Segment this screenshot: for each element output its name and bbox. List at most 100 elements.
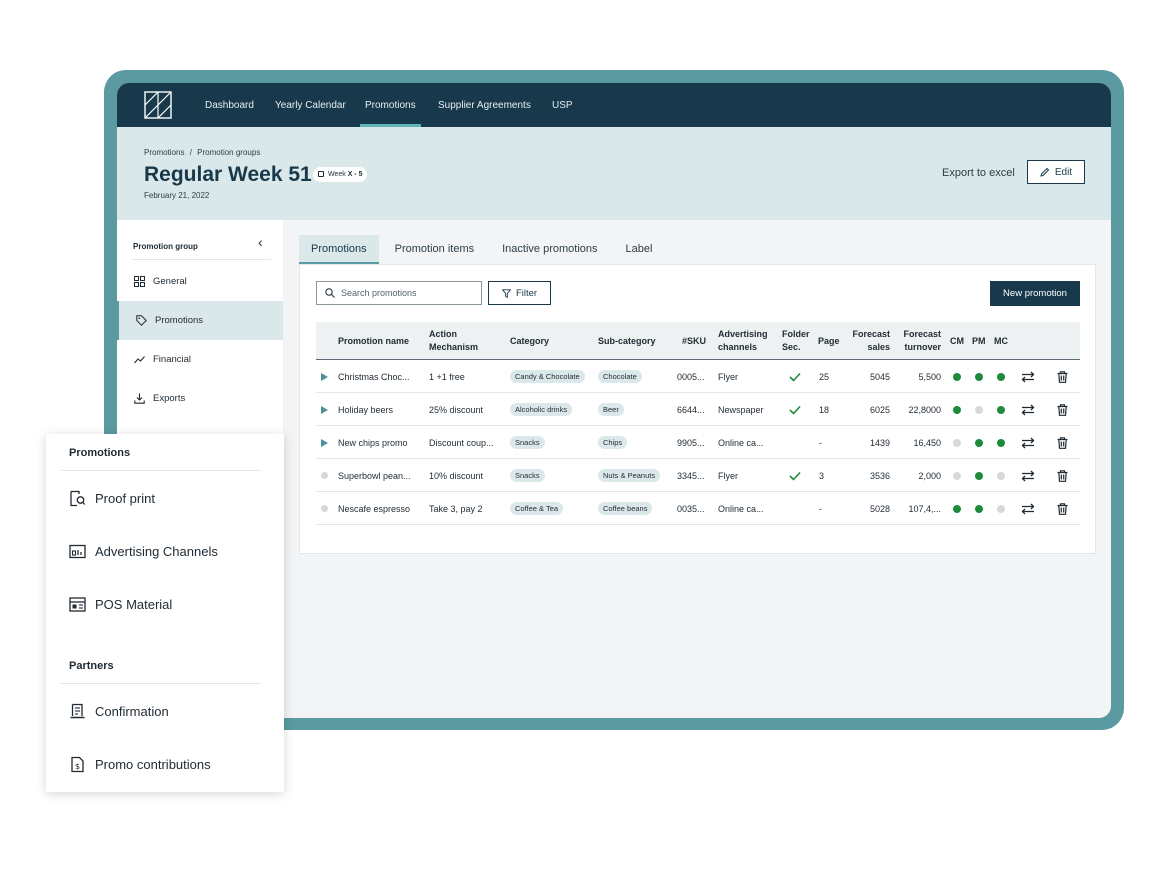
brand-logo-icon[interactable] bbox=[144, 91, 172, 119]
popup-item-proof-print[interactable]: Proof print bbox=[69, 488, 155, 508]
column-header-forecast-sales[interactable]: Forecast sales bbox=[846, 322, 890, 360]
cm-status-dot bbox=[953, 426, 961, 459]
promotions-card: Filter New promotion Promotion name Acti… bbox=[299, 264, 1096, 554]
breadcrumb-promotion-groups[interactable]: Promotion groups bbox=[197, 148, 260, 157]
forecast-turnover-value: 2,000 bbox=[918, 470, 941, 481]
popup-item-label: Promo contributions bbox=[95, 756, 211, 772]
promotion-name[interactable]: Holiday beers bbox=[338, 393, 424, 426]
breadcrumb-separator: / bbox=[189, 148, 192, 157]
forecast-sales-value: 6025 bbox=[869, 404, 890, 415]
column-header-category[interactable]: Category bbox=[510, 322, 549, 360]
column-header-pm[interactable]: PM bbox=[972, 322, 986, 360]
top-navigation: Dashboard Yearly Calendar Promotions Sup… bbox=[117, 83, 1111, 127]
breadcrumb-promotions[interactable]: Promotions bbox=[144, 148, 184, 157]
nav-promotions[interactable]: Promotions bbox=[360, 83, 421, 127]
sub-category-tag-label: Nuts & Peanuts bbox=[598, 469, 661, 482]
sidebar-item-financial[interactable]: Financial bbox=[117, 340, 283, 379]
swap-icon[interactable] bbox=[1021, 492, 1035, 525]
page-value: - bbox=[819, 437, 822, 448]
sidebar-item-exports[interactable]: Exports bbox=[117, 379, 283, 418]
table-row[interactable]: Holiday beers 25% discount Alcoholic drink… bbox=[316, 393, 1080, 426]
expand-row-icon[interactable] bbox=[321, 393, 328, 426]
edit-button[interactable]: Edit bbox=[1027, 160, 1085, 184]
trend-icon bbox=[134, 356, 145, 364]
swap-icon[interactable] bbox=[1021, 426, 1035, 459]
confirmation-icon bbox=[70, 703, 85, 718]
export-to-excel-link[interactable]: Export to excel bbox=[942, 167, 1015, 179]
column-header-page[interactable]: Page bbox=[818, 322, 840, 360]
promotion-name[interactable]: New chips promo bbox=[338, 426, 424, 459]
search-input[interactable] bbox=[341, 288, 471, 298]
column-header-forecast-turnover[interactable]: Forecast turnover bbox=[894, 322, 941, 360]
row-status-bullet bbox=[321, 459, 328, 492]
pm-status-dot bbox=[975, 459, 983, 492]
tab-inactive-promotions[interactable]: Inactive promotions bbox=[490, 235, 609, 264]
promotion-name[interactable]: Christmas Choc... bbox=[338, 360, 424, 393]
trash-icon[interactable] bbox=[1057, 426, 1068, 459]
table-row[interactable]: Nescafe espresso Take 3, pay 2 Coffee & Te… bbox=[316, 492, 1080, 525]
popup-item-confirmation[interactable]: Confirmation bbox=[69, 701, 169, 721]
column-header-line: Advertising bbox=[718, 329, 768, 340]
popup-item-label: Proof print bbox=[95, 490, 155, 506]
chevron-left-icon[interactable]: ‹ bbox=[258, 234, 263, 250]
column-header-action-mechanism[interactable]: Action Mechanism bbox=[429, 322, 478, 360]
expand-row-icon[interactable] bbox=[321, 360, 328, 393]
action-mechanism: Take 3, pay 2 bbox=[429, 503, 483, 514]
popup-item-label: POS Material bbox=[95, 596, 173, 612]
column-header-advertising-channels[interactable]: Advertising channels bbox=[718, 322, 768, 360]
column-header-sub-category[interactable]: Sub-category bbox=[598, 322, 656, 360]
new-promotion-button[interactable]: New promotion bbox=[990, 281, 1080, 306]
trash-icon[interactable] bbox=[1057, 492, 1068, 525]
trash-icon[interactable] bbox=[1057, 360, 1068, 393]
table-row[interactable]: Superbowl pean... 10% discount Snacks Nuts … bbox=[316, 459, 1080, 492]
table-row[interactable]: New chips promo Discount coup... Snacks Chi… bbox=[316, 426, 1080, 459]
column-header-mc[interactable]: MC bbox=[994, 322, 1008, 360]
swap-icon[interactable] bbox=[1021, 459, 1035, 492]
popup-item-promo-contributions[interactable]: $ Promo contributions bbox=[69, 754, 211, 774]
table-row[interactable]: Christmas Choc... 1 +1 free Candy & Chocol… bbox=[316, 360, 1080, 393]
nav-yearly-calendar[interactable]: Yearly Calendar bbox=[275, 83, 346, 127]
popup-item-label: Advertising Channels bbox=[95, 543, 218, 559]
trash-icon[interactable] bbox=[1057, 393, 1068, 426]
tab-promotion-items[interactable]: Promotion items bbox=[383, 235, 486, 264]
sidebar-item-promotions[interactable]: Promotions bbox=[117, 301, 283, 340]
column-header-line: Action bbox=[429, 329, 457, 340]
pencil-icon bbox=[1040, 167, 1050, 177]
sub-category-tag: Beer bbox=[598, 393, 624, 426]
mc-status-dot bbox=[997, 459, 1005, 492]
sidebar-item-general[interactable]: General bbox=[117, 262, 283, 301]
promotion-name[interactable]: Nescafe espresso bbox=[338, 492, 424, 525]
filter-button-label: Filter bbox=[515, 287, 538, 299]
tab-label[interactable]: Label bbox=[614, 235, 665, 264]
column-header-sku[interactable]: #SKU bbox=[682, 322, 706, 360]
forecast-turnover-value: 107,4,... bbox=[908, 503, 941, 514]
promotion-name[interactable]: Superbowl pean... bbox=[338, 459, 424, 492]
popup-item-pos-material[interactable]: POS Material bbox=[69, 594, 172, 614]
page-header: Promotions / Promotion groups Regular We… bbox=[117, 127, 1111, 220]
sku-value: 0035... bbox=[677, 503, 705, 514]
action-mechanism: 10% discount bbox=[429, 470, 484, 481]
column-header-line: Mechanism bbox=[429, 342, 479, 352]
search-box[interactable] bbox=[316, 281, 482, 305]
tab-promotions[interactable]: Promotions bbox=[299, 235, 379, 264]
nav-dashboard[interactable]: Dashboard bbox=[205, 83, 254, 127]
checkmark-icon bbox=[789, 459, 801, 492]
swap-icon[interactable] bbox=[1021, 360, 1035, 393]
nav-supplier-agreements[interactable]: Supplier Agreements bbox=[438, 83, 531, 127]
filter-button[interactable]: Filter bbox=[488, 281, 551, 305]
nav-usp[interactable]: USP bbox=[552, 83, 573, 127]
action-mechanism: Discount coup... bbox=[429, 437, 494, 448]
popup-item-advertising-channels[interactable]: Advertising Channels bbox=[69, 541, 218, 561]
expand-row-icon[interactable] bbox=[321, 426, 328, 459]
trash-icon[interactable] bbox=[1057, 459, 1068, 492]
sub-category-tag-label: Beer bbox=[598, 403, 624, 416]
category-tag-label: Snacks bbox=[510, 436, 545, 449]
column-header-folder-sec[interactable]: Folder Sec. bbox=[782, 322, 810, 360]
category-tag-label: Candy & Chocolate bbox=[510, 370, 585, 383]
category-tag-label: Coffee & Tea bbox=[510, 502, 564, 515]
checkmark-icon bbox=[789, 360, 801, 393]
column-header-cm[interactable]: CM bbox=[950, 322, 964, 360]
swap-icon[interactable] bbox=[1021, 393, 1035, 426]
column-header-promotion-name[interactable]: Promotion name bbox=[338, 322, 409, 360]
tab-bar: Promotions Promotion items Inactive prom… bbox=[299, 235, 668, 264]
